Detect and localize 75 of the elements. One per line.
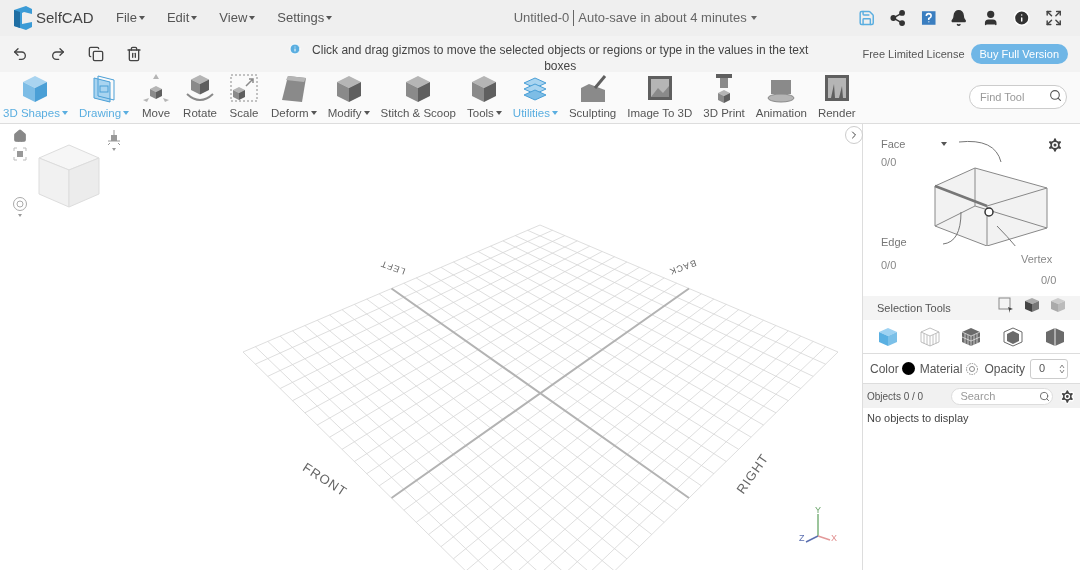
- redo-icon[interactable]: [50, 46, 66, 62]
- license-label: Free Limited License: [862, 46, 965, 62]
- caret-icon: [941, 142, 948, 147]
- delete-icon[interactable]: [126, 46, 142, 62]
- tool-button[interactable]: Sculpting: [568, 72, 617, 120]
- tool-button[interactable]: Tools: [467, 72, 502, 120]
- spinner-icon[interactable]: [1059, 363, 1066, 374]
- menu-item[interactable]: Settings: [277, 8, 333, 28]
- axis-x-label: X: [831, 532, 837, 545]
- tool-button[interactable]: 3D Print: [703, 72, 745, 120]
- split-cube-icon[interactable]: [1045, 326, 1066, 347]
- tool-button[interactable]: Stitch & Scoop: [380, 72, 456, 120]
- autosave-dropdown[interactable]: Auto-save in about 4 minutes: [578, 8, 757, 28]
- axis-y-label: Y: [815, 504, 821, 517]
- find-tool-field[interactable]: Find Tool: [969, 85, 1067, 109]
- caret-icon: [326, 16, 333, 20]
- back-label: BACK: [666, 256, 698, 278]
- color-label: Color: [870, 360, 899, 378]
- caret-icon: [750, 16, 757, 20]
- edge-count: 0/0: [881, 258, 897, 273]
- face-count: 0/0: [881, 155, 897, 170]
- copy-icon[interactable]: [88, 46, 104, 62]
- tool-button[interactable]: Deform: [271, 72, 317, 120]
- logo-icon: [12, 6, 34, 30]
- scale-icon: [228, 72, 260, 104]
- tool-button[interactable]: Modify: [327, 72, 370, 120]
- tool-button[interactable]: Rotate: [183, 72, 217, 120]
- home-icon[interactable]: [13, 129, 27, 143]
- hint-text: Click and drag gizmos to move the selected objects or regions or type in the values in the text boxes: [311, 42, 810, 74]
- menu-item[interactable]: View: [219, 8, 256, 28]
- document-title: Untitled-0: [513, 9, 570, 28]
- search-icon[interactable]: [1039, 390, 1051, 402]
- face-label: Face: [881, 137, 906, 152]
- opacity-field[interactable]: 0: [1030, 358, 1069, 379]
- left-label: LEFT: [378, 257, 408, 278]
- cube-select-icon[interactable]: [1024, 297, 1040, 313]
- tool-button[interactable]: Image To 3D: [627, 72, 693, 120]
- material-label: Material: [919, 360, 963, 378]
- help-icon[interactable]: [920, 10, 937, 26]
- undo-icon[interactable]: [12, 46, 28, 62]
- box-select-icon[interactable]: [998, 297, 1014, 313]
- material-sphere-icon[interactable]: [965, 361, 980, 376]
- tool-button[interactable]: Scale: [228, 72, 260, 120]
- fullscreen-icon[interactable]: [1044, 9, 1062, 27]
- axis-z-label: Z: [799, 532, 805, 545]
- app-name: SelfCAD: [36, 7, 94, 28]
- edge-label: Edge: [881, 235, 907, 250]
- tool-button[interactable]: Animation: [755, 72, 807, 120]
- cube-frame-icon[interactable]: [13, 147, 27, 161]
- caret-icon: [191, 16, 198, 20]
- menu-item[interactable]: File: [116, 8, 145, 28]
- framed-cube-icon[interactable]: [1003, 326, 1024, 347]
- color-swatch[interactable]: [901, 362, 915, 375]
- share-icon[interactable]: [889, 9, 907, 27]
- caret-icon: [138, 16, 145, 20]
- tool-button[interactable]: Render: [817, 72, 856, 120]
- menu-item[interactable]: Edit: [166, 8, 198, 28]
- collapse-panel-button[interactable]: [845, 126, 863, 144]
- selection-tools-label: Selection Tools: [877, 300, 952, 316]
- vertex-label: Vertex: [1021, 252, 1053, 267]
- notifications-icon[interactable]: [950, 9, 968, 27]
- info-icon: [289, 43, 302, 55]
- objects-count: Objects 0 / 0: [867, 389, 925, 404]
- settings-icon[interactable]: [1046, 136, 1064, 154]
- search-icon[interactable]: [1049, 89, 1062, 102]
- opacity-label: Opacity: [984, 360, 1026, 378]
- caret-icon: [249, 16, 256, 20]
- tool-button[interactable]: Move: [140, 72, 173, 120]
- gizmo-icon[interactable]: [106, 129, 122, 153]
- objects-search-field[interactable]: Search: [951, 387, 1054, 405]
- settings-icon[interactable]: [1059, 387, 1076, 405]
- grid-cube-icon[interactable]: [961, 326, 982, 347]
- info-icon[interactable]: [1013, 9, 1031, 27]
- vertex-count: 0/0: [1041, 273, 1057, 288]
- empty-message: No objects to display: [866, 411, 970, 426]
